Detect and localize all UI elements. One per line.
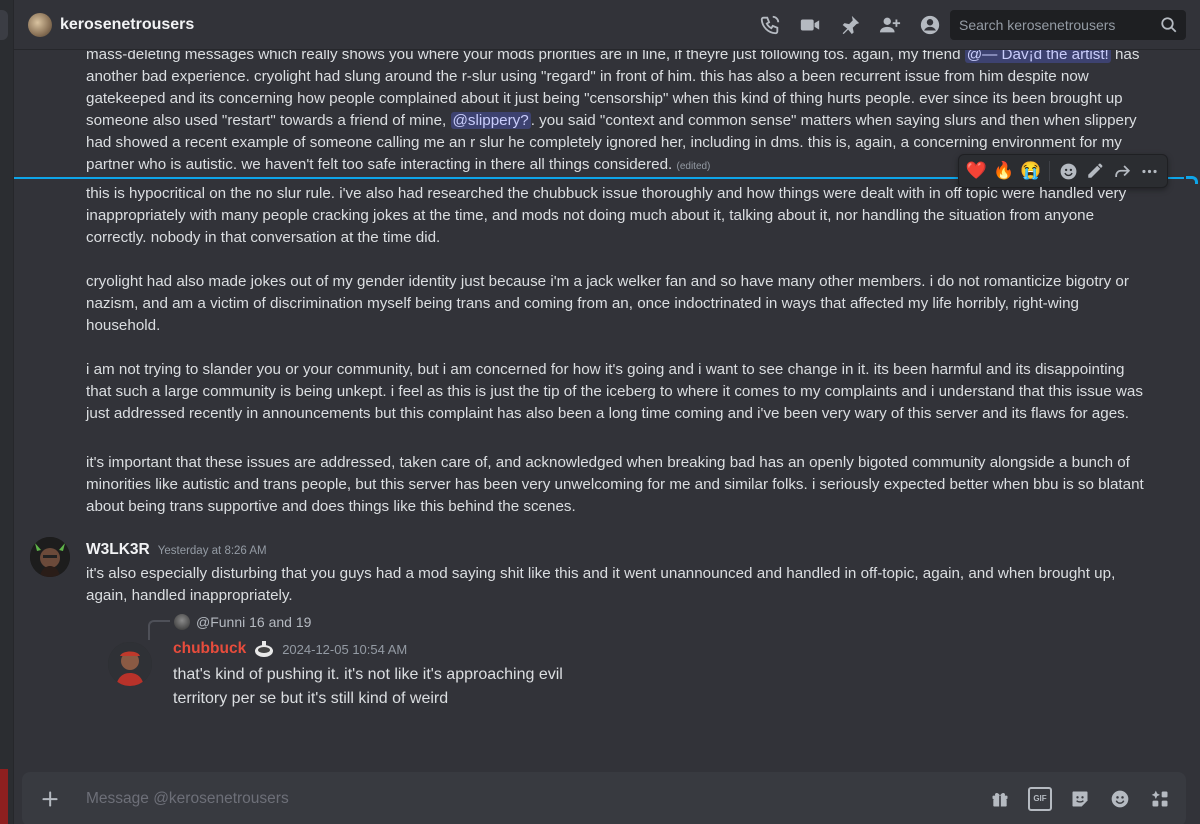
upload-plus-icon[interactable]	[38, 787, 62, 811]
embedded-text-line: that's kind of pushing it. it's not like…	[173, 666, 563, 683]
gif-icon[interactable]: GIF	[1028, 787, 1052, 811]
embedded-avatar	[108, 642, 152, 686]
message-timestamp[interactable]: Yesterday at 8:26 AM	[158, 545, 267, 557]
sidebar-red-indicator	[0, 769, 8, 824]
heart-reaction-button[interactable]: ❤️	[965, 158, 988, 184]
channel-header: kerosenetrousers Search kerosenetrousers	[14, 0, 1200, 50]
scrollbar[interactable]	[1190, 52, 1198, 762]
message-text: it's also especially disturbing that you…	[86, 565, 1116, 605]
dm-avatar[interactable]	[28, 12, 52, 37]
message-header: W3LK3R Yesterday at 8:26 AM	[86, 541, 267, 559]
mention-slippery[interactable]: @slippery?	[450, 112, 531, 130]
message-composer[interactable]: Message @kerosenetrousers GIF	[22, 772, 1186, 824]
search-box[interactable]: Search kerosenetrousers	[950, 10, 1186, 40]
add-reaction-icon[interactable]	[1057, 158, 1080, 184]
voice-call-icon[interactable]	[758, 13, 782, 37]
search-icon[interactable]	[1160, 16, 1178, 34]
avatar[interactable]	[30, 537, 70, 577]
message-input[interactable]: Message @kerosenetrousers	[86, 790, 988, 808]
pin-icon[interactable]	[838, 13, 862, 37]
user-profile-icon[interactable]	[918, 13, 942, 37]
toolbar-divider	[1049, 161, 1050, 181]
message-list[interactable]: mass-deleting messages which really show…	[14, 50, 1200, 764]
message-author[interactable]: W3LK3R	[86, 541, 150, 559]
embedded-header: chubbuck 2024-12-05 10:54 AM	[173, 640, 407, 658]
search-input[interactable]: Search kerosenetrousers	[959, 17, 1160, 33]
reply-author: @Funni	[196, 614, 246, 630]
gift-icon[interactable]	[988, 787, 1012, 811]
embedded-text-line: territory per se but it's still kind of …	[173, 690, 449, 707]
reply-preview: @Funni 16 and 19	[196, 614, 311, 630]
composer-tools: GIF	[988, 787, 1172, 811]
sticker-icon[interactable]	[1068, 787, 1092, 811]
video-call-icon[interactable]	[798, 13, 822, 37]
guild-badge-icon	[255, 641, 274, 657]
crying-reaction-button[interactable]: 😭	[1019, 158, 1042, 184]
screenshot-attachment[interactable]: @Funni 16 and 19 chubbuck 2024-12-05 10:…	[106, 606, 646, 716]
server-sidebar-edge	[0, 0, 14, 824]
message-paragraph: cryolight had also made jokes out of my …	[86, 273, 1129, 335]
mention-david[interactable]: @— Dav¡d the artist!	[964, 50, 1111, 63]
emoji-icon[interactable]	[1108, 787, 1132, 811]
message-paragraph: this is hypocritical on the no slur rule…	[86, 185, 1127, 247]
forward-icon[interactable]	[1111, 158, 1134, 184]
sidebar-nub	[0, 10, 8, 40]
reply-spine	[148, 620, 170, 640]
reply-avatar	[174, 614, 190, 630]
message-text: mass-deleting messages which really show…	[86, 50, 965, 63]
header-toolbar	[758, 13, 942, 37]
dm-title[interactable]: kerosenetrousers	[60, 16, 194, 34]
more-options-icon[interactable]	[1138, 158, 1161, 184]
edit-icon[interactable]	[1084, 158, 1107, 184]
embedded-timestamp: 2024-12-05 10:54 AM	[282, 641, 408, 657]
gif-label: GIF	[1028, 787, 1052, 811]
embedded-author: chubbuck	[173, 640, 247, 657]
message-paragraph: i am not trying to slander you or your c…	[86, 361, 1143, 423]
message-paragraph: it's important that these issues are add…	[86, 454, 1144, 516]
add-friends-icon[interactable]	[878, 13, 902, 37]
apps-icon[interactable]	[1148, 787, 1172, 811]
edited-label: (edited)	[676, 161, 711, 173]
reply-snippet: 16 and 19	[249, 614, 312, 630]
fire-reaction-button[interactable]: 🔥	[992, 158, 1015, 184]
